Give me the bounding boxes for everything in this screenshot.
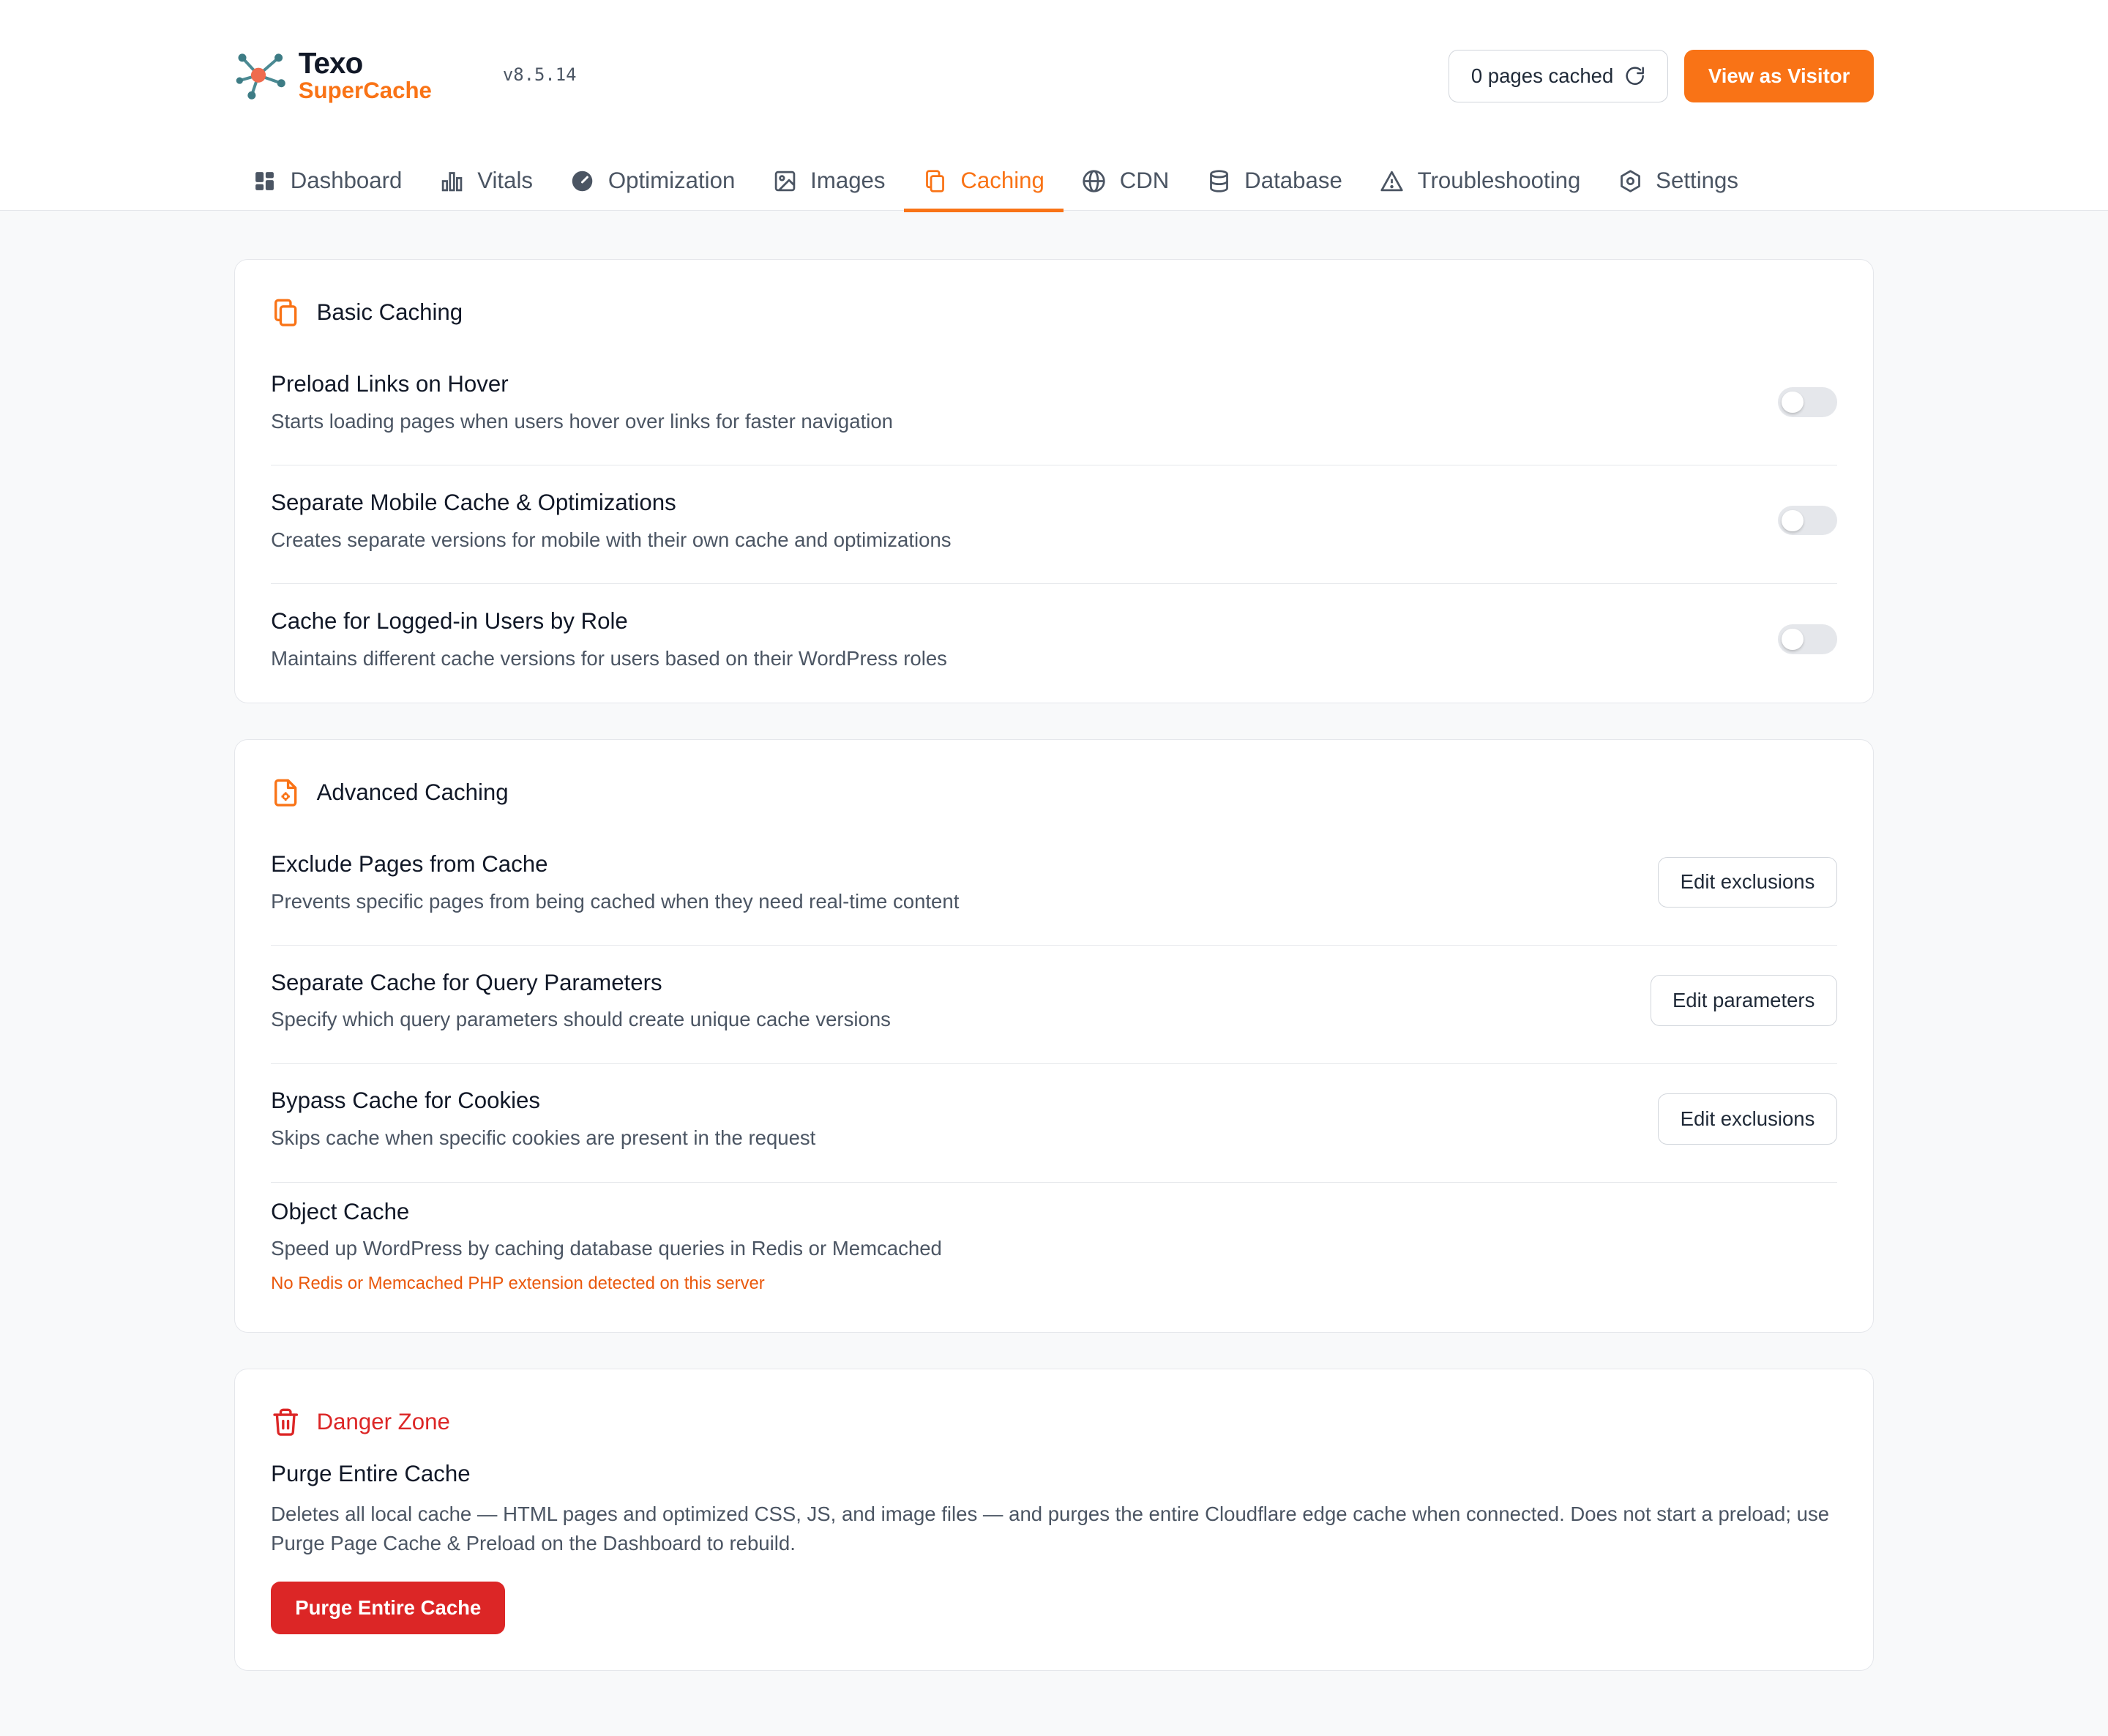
page: Texo SuperCache v8.5.14 0 pages cached V… — [0, 0, 2108, 1672]
setting-description: Prevents specific pages from being cache… — [271, 889, 960, 913]
setting-title: Separate Cache for Query Parameters — [271, 969, 662, 995]
card-title: Advanced Caching — [316, 779, 509, 805]
tab-vitals[interactable]: Vitals — [421, 151, 552, 212]
setting-title: Cache for Logged-in Users by Role — [271, 608, 628, 635]
tab-label: CDN — [1119, 168, 1170, 194]
copy-icon — [926, 169, 944, 192]
edit-page-exclusions-button[interactable]: Edit exclusions — [1658, 856, 1837, 908]
main-tabs: Dashboard Vitals Optimization Images Cac… — [234, 151, 1757, 213]
logged-in-cache-toggle[interactable] — [1777, 624, 1837, 654]
setting-row-bypass-cookies: Bypass Cache for Cookies Skips cache whe… — [271, 1064, 1837, 1183]
tab-label: Images — [810, 168, 886, 194]
setting-row-object-cache: Object Cache Speed up WordPress by cachi… — [271, 1183, 1837, 1332]
setting-description: Specify which query parameters should cr… — [271, 1008, 891, 1031]
setting-row-logged-in-cache: Cache for Logged-in Users by Role Mainta… — [271, 584, 1837, 703]
tab-label: Settings — [1656, 168, 1738, 194]
main-content: Basic Caching Preload Links on Hover Sta… — [233, 211, 1875, 1672]
tab-images[interactable]: Images — [754, 151, 904, 212]
network-logo-icon — [236, 53, 285, 100]
app-subname: SuperCache — [298, 78, 432, 104]
tab-troubleshooting[interactable]: Troubleshooting — [1361, 151, 1600, 212]
tab-label: Troubleshooting — [1417, 168, 1581, 194]
setting-description: Maintains different cache versions for u… — [271, 646, 947, 670]
tab-optimization[interactable]: Optimization — [552, 151, 754, 212]
tab-label: Vitals — [477, 168, 534, 194]
edit-parameters-button[interactable]: Edit parameters — [1650, 975, 1837, 1026]
tab-label: Database — [1244, 168, 1342, 194]
mobile-cache-toggle[interactable] — [1777, 506, 1837, 536]
setting-row-query-params: Separate Cache for Query Parameters Spec… — [271, 946, 1837, 1064]
top-bar: Texo SuperCache v8.5.14 0 pages cached V… — [0, 0, 2108, 213]
setting-title: Separate Mobile Cache & Optimizations — [271, 490, 676, 516]
dashboard-icon — [255, 171, 274, 190]
setting-title: Exclude Pages from Cache — [271, 851, 548, 878]
basic-caching-card: Basic Caching Preload Links on Hover Sta… — [233, 259, 1875, 703]
advanced-caching-card: Advanced Caching Exclude Pages from Cach… — [233, 739, 1875, 1333]
tab-label: Optimization — [608, 168, 736, 194]
image-icon — [774, 171, 796, 191]
purge-entire-cache-button[interactable]: Purge Entire Cache — [271, 1581, 506, 1634]
preload-hover-toggle[interactable] — [1777, 387, 1837, 417]
setting-row-exclude-pages: Exclude Pages from Cache Prevents specif… — [271, 828, 1837, 946]
tab-label: Dashboard — [290, 168, 403, 194]
setting-description: Creates separate versions for mobile wit… — [271, 528, 952, 551]
pages-cached-button[interactable]: 0 pages cached — [1449, 49, 1668, 102]
tab-database[interactable]: Database — [1188, 151, 1361, 212]
tab-caching[interactable]: Caching — [904, 151, 1064, 213]
tab-dashboard[interactable]: Dashboard — [234, 151, 422, 212]
tab-label: Caching — [960, 168, 1044, 194]
card-title: Danger Zone — [316, 1409, 450, 1435]
tab-cdn[interactable]: CDN — [1064, 151, 1188, 212]
trash-icon — [273, 1408, 299, 1436]
logo[interactable]: Texo SuperCache — [234, 48, 432, 102]
view-as-visitor-button[interactable]: View as Visitor — [1683, 49, 1875, 102]
danger-zone-card: Danger Zone Purge Entire Cache Deletes a… — [233, 1369, 1875, 1672]
copy-icon — [274, 299, 297, 326]
settings-icon — [1620, 169, 1640, 192]
card-title: Basic Caching — [316, 299, 463, 326]
purge-title: Purge Entire Cache — [271, 1461, 471, 1487]
setting-row-preload-hover: Preload Links on Hover Starts loading pa… — [271, 348, 1837, 466]
setting-description: Starts loading pages when users hover ov… — [271, 409, 893, 433]
edit-cookie-exclusions-button[interactable]: Edit exclusions — [1658, 1093, 1837, 1145]
app-name: Texo — [298, 46, 364, 81]
purge-description: Deletes all local cache — HTML pages and… — [271, 1502, 1830, 1555]
version-label: v8.5.14 — [502, 64, 577, 86]
globe-icon — [1083, 169, 1105, 192]
object-cache-warning: No Redis or Memcached PHP extension dete… — [271, 1273, 765, 1294]
gauge-icon — [572, 171, 593, 191]
pages-cached-label: 0 pages cached — [1470, 64, 1614, 87]
database-icon — [1209, 169, 1228, 192]
setting-title: Preload Links on Hover — [271, 371, 509, 397]
file-settings-icon — [274, 779, 297, 807]
setting-title: Object Cache — [271, 1198, 410, 1224]
tab-settings[interactable]: Settings — [1599, 151, 1757, 212]
setting-row-mobile-cache: Separate Mobile Cache & Optimizations Cr… — [271, 465, 1837, 585]
setting-description: Speed up WordPress by caching database q… — [271, 1237, 942, 1260]
setting-title: Bypass Cache for Cookies — [271, 1088, 541, 1114]
bar-chart-icon — [441, 171, 463, 191]
warning-icon — [1380, 171, 1403, 191]
setting-description: Skips cache when specific cookies are pr… — [271, 1126, 816, 1149]
refresh-icon — [1626, 67, 1644, 85]
